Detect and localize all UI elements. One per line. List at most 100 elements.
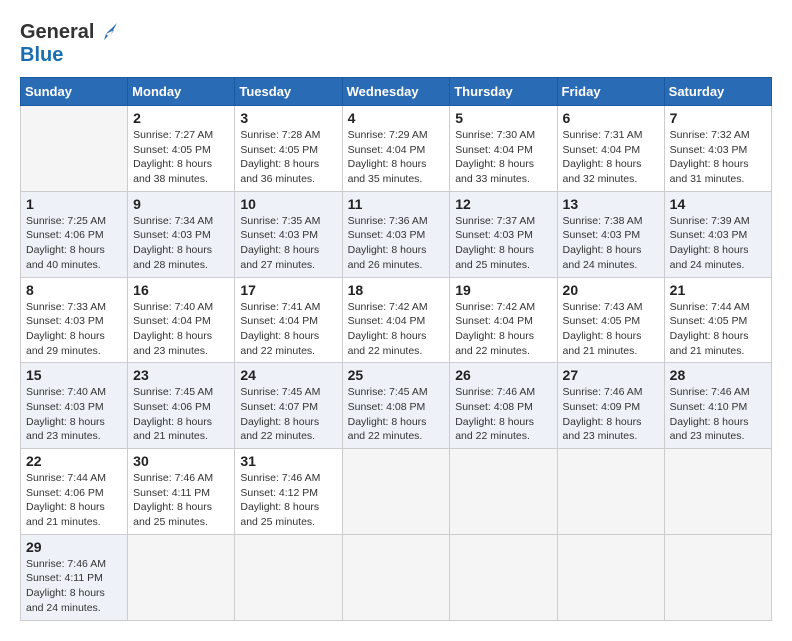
- day-number: 20: [563, 282, 659, 298]
- day-info: Sunrise: 7:29 AMSunset: 4:04 PMDaylight:…: [348, 128, 445, 187]
- day-number: 26: [455, 367, 551, 383]
- calendar-table: SundayMondayTuesdayWednesdayThursdayFrid…: [20, 77, 772, 621]
- day-info: Sunrise: 7:45 AMSunset: 4:08 PMDaylight:…: [348, 385, 445, 444]
- col-header-saturday: Saturday: [664, 78, 771, 106]
- day-info: Sunrise: 7:43 AMSunset: 4:05 PMDaylight:…: [563, 300, 659, 359]
- logo-general-text: General: [20, 21, 94, 44]
- day-cell: 17 Sunrise: 7:41 AMSunset: 4:04 PMDayligh…: [235, 277, 342, 363]
- day-cell: 3Sunrise: 7:28 AMSunset: 4:05 PMDaylight…: [235, 106, 342, 192]
- day-cell: 25Sunrise: 7:45 AMSunset: 4:08 PMDayligh…: [342, 363, 450, 449]
- day-info: Sunrise: 7:44 AMSunset: 4:05 PMDaylight:…: [670, 300, 766, 359]
- day-info: Sunrise: 7:38 AMSunset: 4:03 PMDaylight:…: [563, 214, 659, 273]
- week-row-2: 1Sunrise: 7:25 AMSunset: 4:06 PMDaylight…: [21, 191, 772, 277]
- day-cell: 7 Sunrise: 7:32 AMSunset: 4:03 PMDaylight…: [664, 106, 771, 192]
- day-info: Sunrise: 7:46 AMSunset: 4:11 PMDaylight:…: [133, 471, 229, 530]
- day-cell: 24Sunrise: 7:45 AMSunset: 4:07 PMDayligh…: [235, 363, 342, 449]
- day-cell: [664, 534, 771, 620]
- week-row-1: 2 Sunrise: 7:27 AMSunset: 4:05 PMDaylight…: [21, 106, 772, 192]
- day-cell: 8Sunrise: 7:33 AMSunset: 4:03 PMDaylight…: [21, 277, 128, 363]
- day-info: Sunrise: 7:30 AMSunset: 4:04 PMDaylight:…: [455, 128, 551, 187]
- day-number: 31: [240, 453, 336, 469]
- day-cell: 20 Sunrise: 7:43 AMSunset: 4:05 PMDayligh…: [557, 277, 664, 363]
- day-number: 15: [26, 367, 122, 383]
- day-info: Sunrise: 7:40 AMSunset: 4:03 PMDaylight:…: [26, 385, 122, 444]
- day-info: Sunrise: 7:42 AMSunset: 4:04 PMDaylight:…: [348, 300, 445, 359]
- logo: General Blue: [20, 20, 120, 67]
- day-cell: 2 Sunrise: 7:27 AMSunset: 4:05 PMDaylight…: [128, 106, 235, 192]
- day-info: Sunrise: 7:46 AMSunset: 4:09 PMDaylight:…: [563, 385, 659, 444]
- day-number: 28: [670, 367, 766, 383]
- day-info: Sunrise: 7:45 AMSunset: 4:07 PMDaylight:…: [240, 385, 336, 444]
- logo-bird-icon: [96, 20, 120, 44]
- day-info: Sunrise: 7:46 AMSunset: 4:11 PMDaylight:…: [26, 557, 122, 616]
- day-info: Sunrise: 7:33 AMSunset: 4:03 PMDaylight:…: [26, 300, 122, 359]
- day-cell: 9 Sunrise: 7:34 AMSunset: 4:03 PMDaylight…: [128, 191, 235, 277]
- day-cell: [21, 106, 128, 192]
- day-number: 4: [348, 110, 445, 126]
- day-cell: 10 Sunrise: 7:35 AMSunset: 4:03 PMDayligh…: [235, 191, 342, 277]
- week-row-4: 15 Sunrise: 7:40 AMSunset: 4:03 PMDayligh…: [21, 363, 772, 449]
- day-cell: 26 Sunrise: 7:46 AMSunset: 4:08 PMDayligh…: [450, 363, 557, 449]
- day-info: Sunrise: 7:35 AMSunset: 4:03 PMDaylight:…: [240, 214, 336, 273]
- day-cell: [128, 534, 235, 620]
- day-number: 21: [670, 282, 766, 298]
- day-cell: 29 Sunrise: 7:46 AMSunset: 4:11 PMDayligh…: [21, 534, 128, 620]
- day-number: 16: [133, 282, 229, 298]
- day-number: 3: [240, 110, 336, 126]
- day-info: Sunrise: 7:46 AMSunset: 4:12 PMDaylight:…: [240, 471, 336, 530]
- day-cell: [557, 449, 664, 535]
- week-row-5: 22Sunrise: 7:44 AMSunset: 4:06 PMDayligh…: [21, 449, 772, 535]
- day-cell: 16Sunrise: 7:40 AMSunset: 4:04 PMDayligh…: [128, 277, 235, 363]
- day-cell: 13 Sunrise: 7:38 AMSunset: 4:03 PMDayligh…: [557, 191, 664, 277]
- day-info: Sunrise: 7:32 AMSunset: 4:03 PMDaylight:…: [670, 128, 766, 187]
- col-header-wednesday: Wednesday: [342, 78, 450, 106]
- day-number: 18: [348, 282, 445, 298]
- day-info: Sunrise: 7:37 AMSunset: 4:03 PMDaylight:…: [455, 214, 551, 273]
- day-number: 17: [240, 282, 336, 298]
- day-cell: [235, 534, 342, 620]
- day-cell: 28 Sunrise: 7:46 AMSunset: 4:10 PMDayligh…: [664, 363, 771, 449]
- day-info: Sunrise: 7:31 AMSunset: 4:04 PMDaylight:…: [563, 128, 659, 187]
- day-info: Sunrise: 7:25 AMSunset: 4:06 PMDaylight:…: [26, 214, 122, 273]
- day-number: 7: [670, 110, 766, 126]
- day-info: Sunrise: 7:42 AMSunset: 4:04 PMDaylight:…: [455, 300, 551, 359]
- col-header-tuesday: Tuesday: [235, 78, 342, 106]
- day-cell: [342, 449, 450, 535]
- day-number: 6: [563, 110, 659, 126]
- day-number: 27: [563, 367, 659, 383]
- day-cell: 21 Sunrise: 7:44 AMSunset: 4:05 PMDayligh…: [664, 277, 771, 363]
- day-cell: [450, 534, 557, 620]
- col-header-friday: Friday: [557, 78, 664, 106]
- day-cell: [664, 449, 771, 535]
- day-number: 11: [348, 196, 445, 212]
- day-number: 10: [240, 196, 336, 212]
- day-cell: [450, 449, 557, 535]
- day-number: 13: [563, 196, 659, 212]
- day-info: Sunrise: 7:44 AMSunset: 4:06 PMDaylight:…: [26, 471, 122, 530]
- day-cell: 14Sunrise: 7:39 AMSunset: 4:03 PMDayligh…: [664, 191, 771, 277]
- day-cell: 27 Sunrise: 7:46 AMSunset: 4:09 PMDayligh…: [557, 363, 664, 449]
- day-info: Sunrise: 7:41 AMSunset: 4:04 PMDaylight:…: [240, 300, 336, 359]
- day-number: 30: [133, 453, 229, 469]
- week-row-3: 8Sunrise: 7:33 AMSunset: 4:03 PMDaylight…: [21, 277, 772, 363]
- day-cell: 18 Sunrise: 7:42 AMSunset: 4:04 PMDayligh…: [342, 277, 450, 363]
- day-cell: 31 Sunrise: 7:46 AMSunset: 4:12 PMDayligh…: [235, 449, 342, 535]
- week-row-6: 29 Sunrise: 7:46 AMSunset: 4:11 PMDayligh…: [21, 534, 772, 620]
- day-info: Sunrise: 7:46 AMSunset: 4:08 PMDaylight:…: [455, 385, 551, 444]
- day-number: 29: [26, 539, 122, 555]
- day-cell: 23Sunrise: 7:45 AMSunset: 4:06 PMDayligh…: [128, 363, 235, 449]
- day-info: Sunrise: 7:46 AMSunset: 4:10 PMDaylight:…: [670, 385, 766, 444]
- col-header-monday: Monday: [128, 78, 235, 106]
- day-number: 2: [133, 110, 229, 126]
- day-info: Sunrise: 7:34 AMSunset: 4:03 PMDaylight:…: [133, 214, 229, 273]
- day-number: 12: [455, 196, 551, 212]
- day-info: Sunrise: 7:45 AMSunset: 4:06 PMDaylight:…: [133, 385, 229, 444]
- calendar-header-row: SundayMondayTuesdayWednesdayThursdayFrid…: [21, 78, 772, 106]
- day-cell: [557, 534, 664, 620]
- day-number: 19: [455, 282, 551, 298]
- day-cell: 6 Sunrise: 7:31 AMSunset: 4:04 PMDaylight…: [557, 106, 664, 192]
- day-info: Sunrise: 7:27 AMSunset: 4:05 PMDaylight:…: [133, 128, 229, 187]
- day-number: 9: [133, 196, 229, 212]
- day-cell: [342, 534, 450, 620]
- day-info: Sunrise: 7:39 AMSunset: 4:03 PMDaylight:…: [670, 214, 766, 273]
